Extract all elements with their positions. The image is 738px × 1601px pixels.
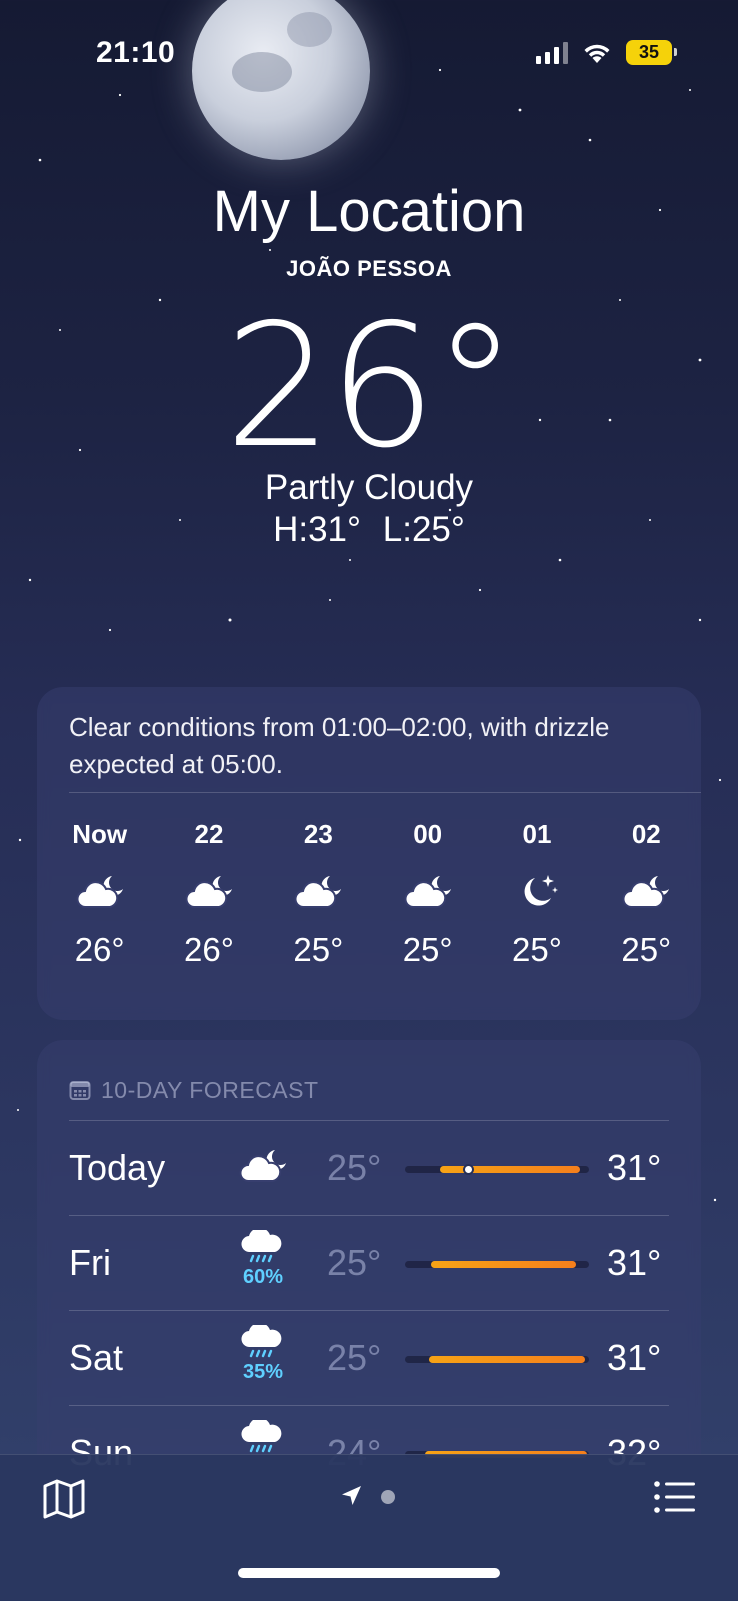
- bottom-toolbar: [0, 1454, 738, 1601]
- temp-range-fill: [428, 1356, 586, 1363]
- temp-range-fill: [439, 1166, 580, 1173]
- high-low: H:31° L:25°: [0, 510, 738, 550]
- hourly-summary: Clear conditions from 01:00–02:00, with …: [69, 712, 610, 779]
- hour-temp: 25°: [293, 931, 344, 968]
- forecast-high: 31°: [607, 1337, 662, 1378]
- map-icon[interactable]: [42, 1479, 86, 1519]
- clear-night-icon: [515, 863, 559, 921]
- precip-probability: 35%: [242, 1361, 284, 1383]
- rain-icon: 60%: [223, 1230, 303, 1289]
- list-icon[interactable]: [654, 1481, 696, 1513]
- forecast-low: 25°: [327, 1242, 382, 1283]
- hour-temp: 25°: [402, 931, 453, 968]
- current-condition: Partly Cloudy: [264, 468, 474, 507]
- hour-label: 22: [194, 819, 224, 849]
- partly-cloudy-night-icon: [74, 863, 126, 921]
- hour-item: 22 26°: [154, 819, 263, 969]
- hour-item: Now 26°: [45, 819, 154, 969]
- city-name: JOÃO PESSOA: [286, 256, 452, 281]
- temp-range-fill: [430, 1261, 577, 1268]
- forecast-low: 25°: [327, 1337, 382, 1378]
- precip-probability: 60%: [242, 1266, 284, 1288]
- hour-label: 23: [303, 819, 333, 849]
- partly-cloudy-night-icon: [223, 1147, 303, 1185]
- hourly-forecast-card[interactable]: Clear conditions from 01:00–02:00, with …: [37, 687, 701, 1020]
- hour-label: 01: [522, 819, 552, 849]
- status-time: 21:10: [96, 36, 176, 69]
- hour-temp: 25°: [512, 931, 562, 968]
- hour-temp: 25°: [621, 931, 672, 968]
- status-icons: 35: [536, 40, 677, 65]
- hour-label: 00: [413, 819, 443, 849]
- partly-cloudy-night-icon: [292, 863, 344, 921]
- temp-range-bar: [405, 1356, 589, 1363]
- low-temp: L:25°: [382, 510, 465, 549]
- hour-item: 23 25°: [264, 819, 373, 969]
- battery-indicator: 35: [626, 40, 677, 65]
- rain-icon: [223, 1420, 303, 1456]
- forecast-high: 31°: [607, 1242, 662, 1283]
- hour-item: 02 25°: [592, 819, 701, 969]
- wifi-icon: [584, 44, 610, 63]
- forecast-day: Today: [69, 1147, 166, 1188]
- forecast-day: Fri: [69, 1242, 111, 1283]
- forecast-low: 25°: [327, 1147, 382, 1188]
- forecast-row[interactable]: Fri 60% 25° 31°: [37, 1216, 701, 1310]
- hour-item: 01 25°: [482, 819, 591, 969]
- hour-item: 00 25°: [373, 819, 482, 969]
- forecast-row[interactable]: Today 25° 31°: [37, 1121, 701, 1215]
- current-temperature: 26°: [224, 288, 517, 486]
- home-indicator[interactable]: [238, 1568, 500, 1578]
- current-temp-dot: [462, 1164, 474, 1175]
- location-title: My Location: [212, 179, 526, 244]
- forecast-high: 31°: [607, 1147, 662, 1188]
- cellular-signal-icon: [536, 41, 568, 64]
- hour-temp: 26°: [184, 931, 234, 968]
- temp-range-bar: [405, 1261, 589, 1268]
- temp-range-bar: [405, 1164, 589, 1175]
- moon-image: [192, 0, 370, 160]
- partly-cloudy-night-icon: [620, 863, 672, 921]
- hour-label: 02: [631, 819, 661, 849]
- hour-label: Now: [72, 819, 128, 849]
- partly-cloudy-night-icon: [402, 863, 454, 921]
- forecast-day: Sat: [69, 1337, 124, 1378]
- forecast-row[interactable]: Sat 35% 25° 31°: [37, 1311, 701, 1405]
- forecast-list: Today 25° 31° Fri 60% 25° 31° Sat 35% 25° 31° Sun 24…: [37, 1121, 701, 1500]
- rain-icon: 35%: [223, 1325, 303, 1384]
- high-temp: H:31°: [273, 510, 362, 549]
- hourly-list[interactable]: Now 26° 22 26° 23 25° 00 25° 01 25° 02 25°: [37, 793, 701, 969]
- calendar-icon: [69, 1081, 91, 1100]
- forecast-title: 10-DAY FORECAST: [101, 1076, 319, 1103]
- forecast-header: 10-DAY FORECAST: [37, 1040, 701, 1112]
- partly-cloudy-night-icon: [183, 863, 235, 921]
- location-arrow-icon[interactable]: [340, 1485, 362, 1507]
- hour-temp: 26°: [74, 931, 125, 968]
- page-indicator-dot[interactable]: [381, 1490, 395, 1504]
